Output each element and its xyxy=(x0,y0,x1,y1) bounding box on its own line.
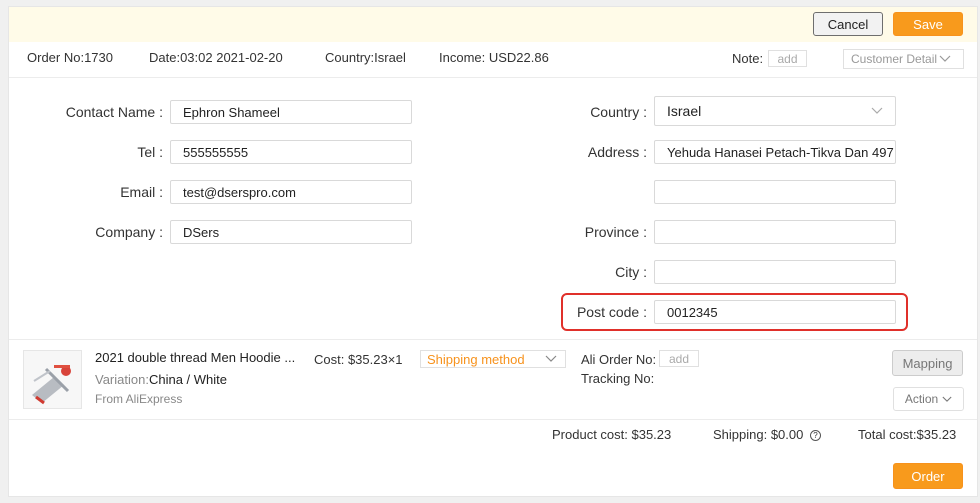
ali-order-add-button[interactable]: add xyxy=(659,350,699,367)
customer-detail-label: Customer Detail xyxy=(851,52,938,66)
email-label: Email : xyxy=(120,184,163,200)
order-income: Income: USD22.86 xyxy=(439,50,549,65)
action-label: Action xyxy=(904,392,939,406)
divider xyxy=(9,77,977,78)
shipping-method-select[interactable]: Shipping method xyxy=(420,350,566,368)
shipping-total-value: Shipping: $0.00 xyxy=(713,427,804,442)
product-thumbnail[interactable] xyxy=(23,350,82,409)
address-field[interactable]: Yehuda Hanasei Petach-Tikva Dan 497 xyxy=(654,140,896,164)
address2-field[interactable] xyxy=(654,180,896,204)
post-code-highlight xyxy=(561,293,908,331)
order-number: Order No:1730 xyxy=(27,50,113,65)
order-button[interactable]: Order xyxy=(893,463,963,489)
divider xyxy=(9,419,977,420)
tracking-label: Tracking No: xyxy=(581,371,655,386)
divider xyxy=(9,339,977,340)
country-select[interactable]: Israel xyxy=(654,96,896,126)
contact-name-field[interactable]: Ephron Shameel xyxy=(170,100,412,124)
shipping-method-label: Shipping method xyxy=(427,351,525,367)
city-label: City : xyxy=(615,264,647,280)
order-detail-card: Cancel Save Order No:1730 Date:03:02 202… xyxy=(8,6,978,497)
note-add-button[interactable]: add xyxy=(768,50,807,67)
province-field[interactable] xyxy=(654,220,896,244)
province-label: Province : xyxy=(584,224,647,240)
order-date: Date:03:02 2021-02-20 xyxy=(149,50,283,65)
product-variation: Variation:China / White xyxy=(95,372,227,387)
email-field[interactable]: test@dserspro.com xyxy=(170,180,412,204)
mapping-button[interactable]: Mapping xyxy=(892,350,963,376)
total-cost: Total cost:$35.23 xyxy=(858,427,957,442)
city-field[interactable] xyxy=(654,260,896,284)
action-dropdown[interactable]: Action xyxy=(893,387,964,411)
action-bar: Cancel Save xyxy=(9,7,977,42)
contact-name-label: Contact Name : xyxy=(65,104,163,120)
chevron-down-icon xyxy=(545,355,557,362)
company-label: Company : xyxy=(95,224,163,240)
variation-value: China / White xyxy=(148,372,228,387)
question-circle-icon[interactable]: ? xyxy=(809,430,821,442)
product-cost: Cost: $35.23×1 xyxy=(314,352,403,367)
save-button[interactable]: Save xyxy=(893,12,963,36)
tel-label: Tel : xyxy=(137,144,163,160)
cancel-button[interactable]: Cancel xyxy=(813,12,883,36)
shipping-total: Shipping: $0.00 ? xyxy=(713,427,821,442)
country-select-value: Israel xyxy=(667,103,702,119)
ali-order-label: Ali Order No: xyxy=(581,352,657,367)
variation-label: Variation: xyxy=(95,372,149,387)
tel-field[interactable]: 555555555 xyxy=(170,140,412,164)
country-label: Country : xyxy=(590,104,647,120)
order-country: Country:Israel xyxy=(325,50,406,65)
product-cost-total: Product cost: $35.23 xyxy=(552,427,672,442)
customer-detail-toggle[interactable]: Customer Detail xyxy=(843,49,964,69)
note-label: Note: xyxy=(732,51,764,66)
chevron-down-icon xyxy=(939,55,951,62)
chevron-down-icon xyxy=(942,396,952,402)
product-title[interactable]: 2021 double thread Men Hoodie ... xyxy=(95,350,295,365)
address-label: Address : xyxy=(587,144,647,160)
product-source: From AliExpress xyxy=(95,392,183,406)
company-field[interactable]: DSers xyxy=(170,220,412,244)
chevron-down-icon xyxy=(871,107,883,114)
